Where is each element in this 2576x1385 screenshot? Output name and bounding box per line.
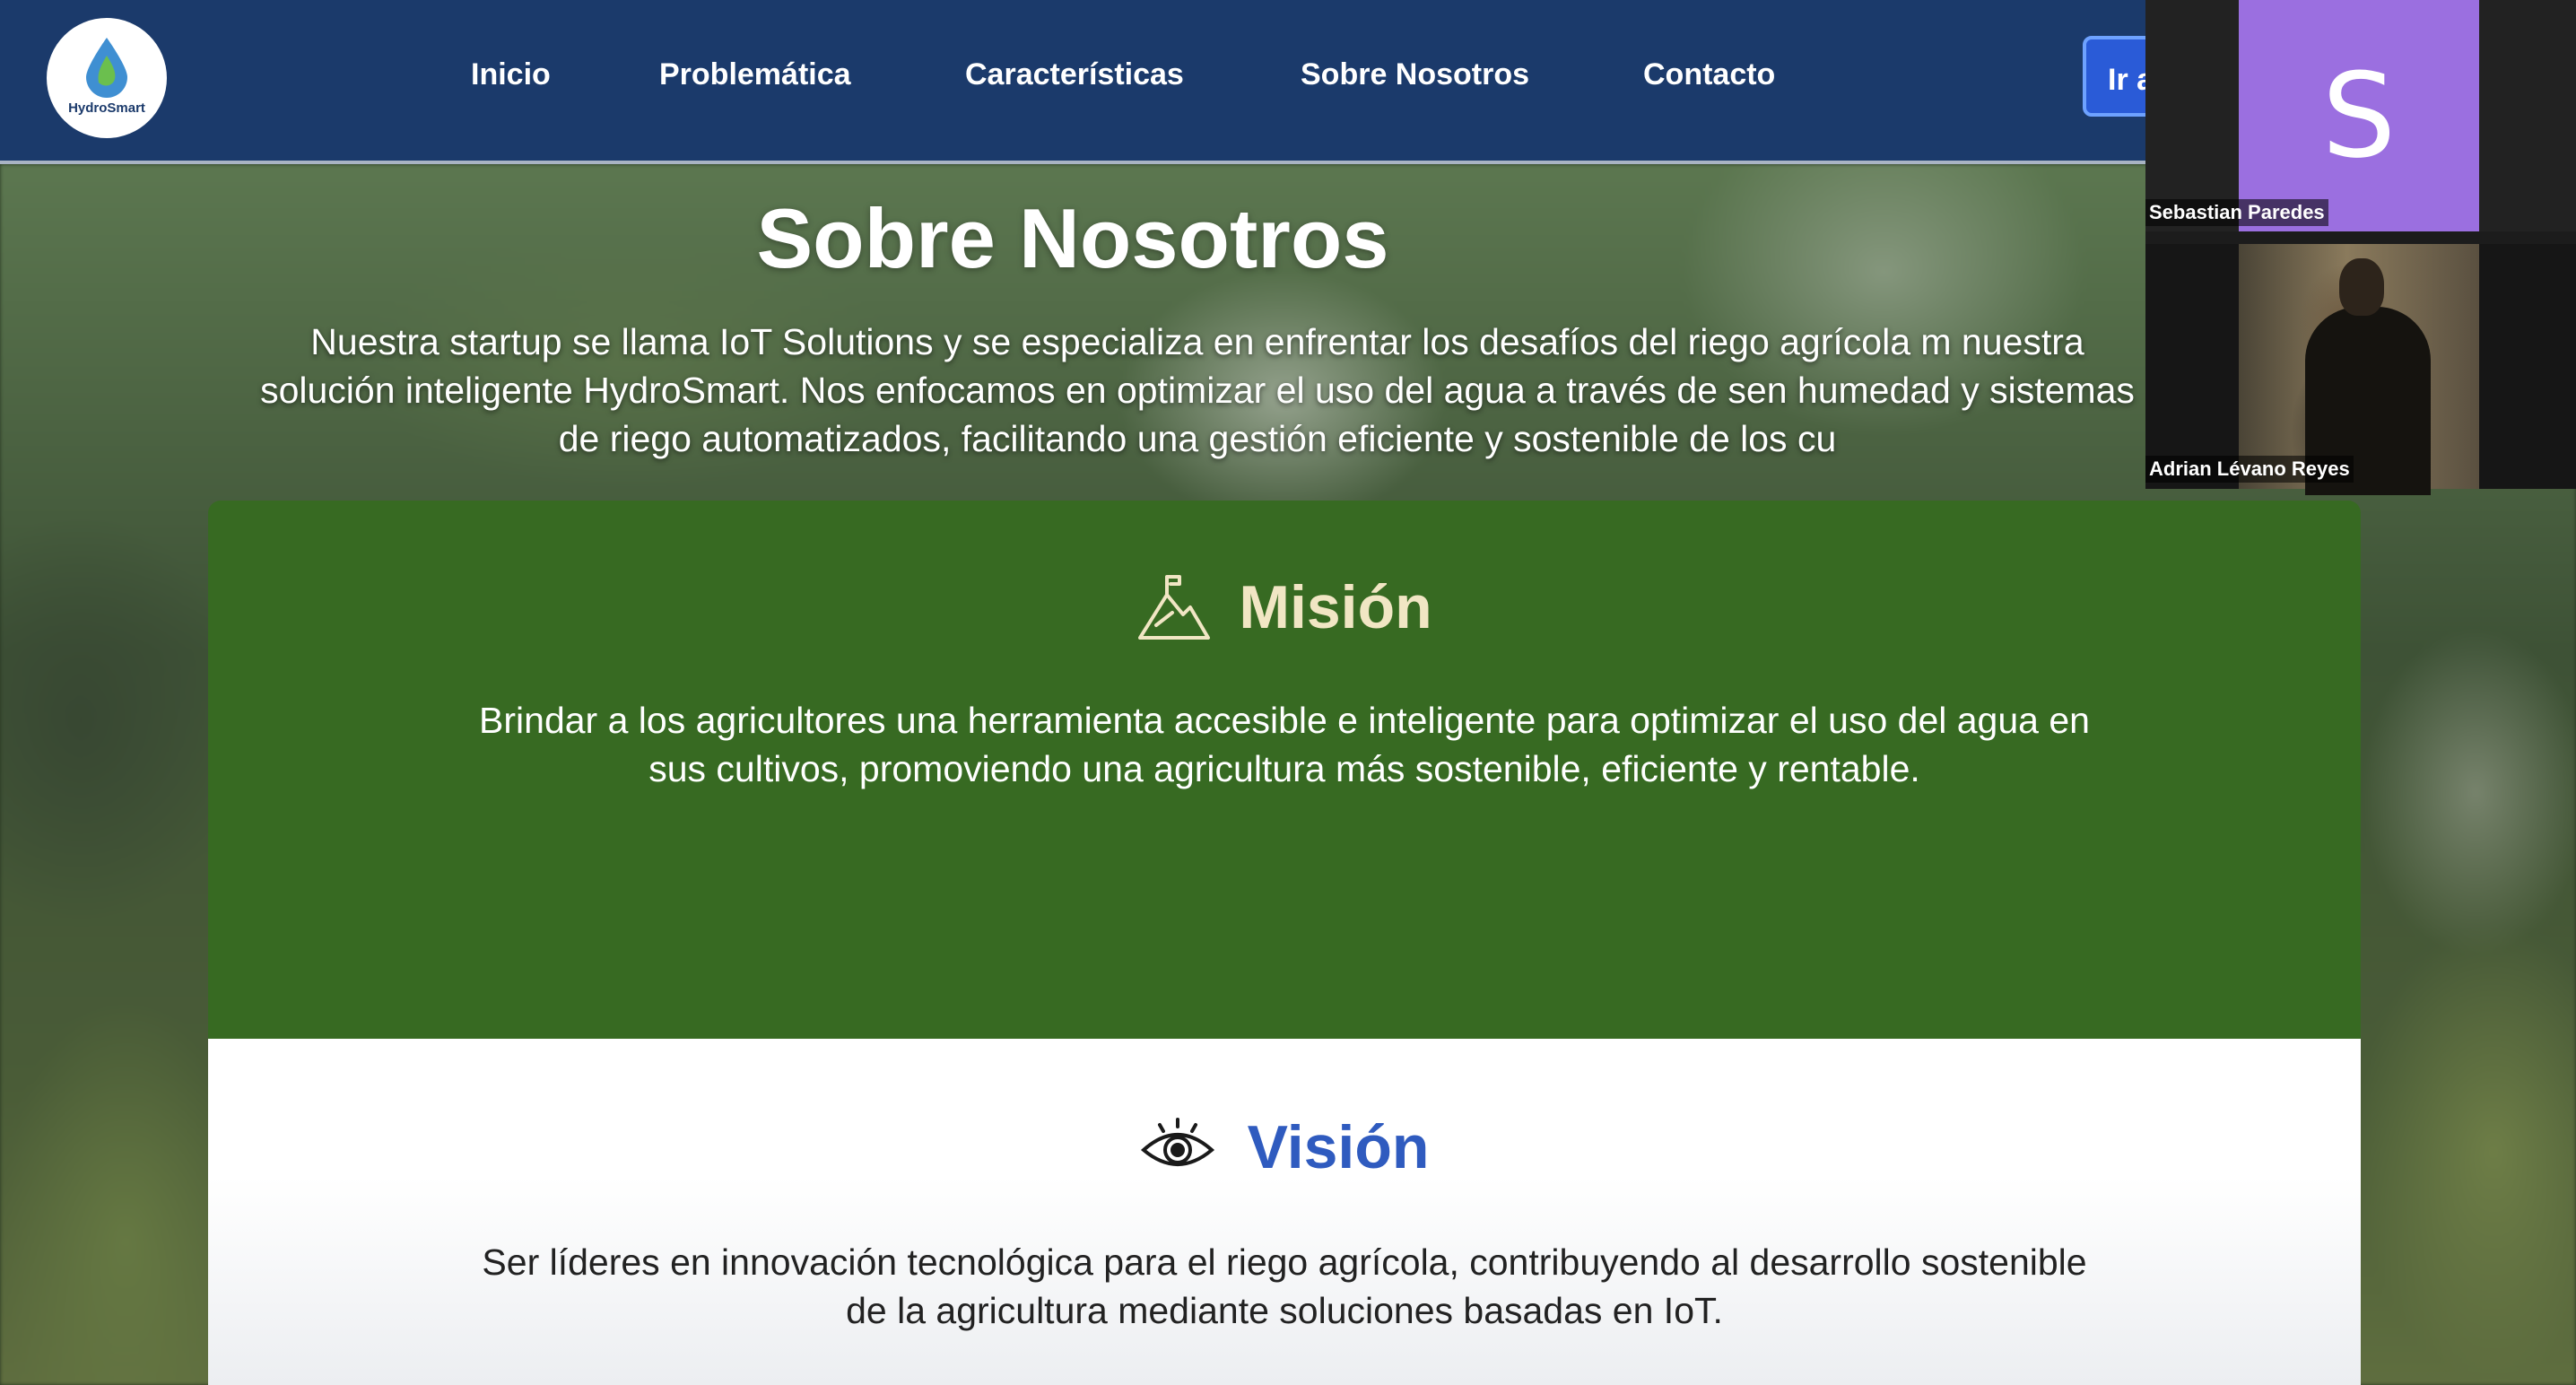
participant-tile[interactable]: S Sebastian Paredes	[2145, 0, 2576, 231]
eye-icon	[1140, 1118, 1214, 1166]
mision-text: Brindar a los agricultores una herramien…	[479, 700, 2090, 789]
logo-text: HydroSmart	[68, 100, 145, 116]
vision-text: Ser líderes en innovación tecnológica pa…	[482, 1241, 2087, 1331]
page-title: Sobre Nosotros	[756, 191, 1389, 285]
logo[interactable]: HydroSmart	[47, 18, 167, 138]
person-head	[2339, 258, 2384, 316]
water-drop-icon	[86, 37, 127, 98]
mision-header: Misión	[208, 572, 2361, 642]
vision-header: Visión	[208, 1112, 2361, 1182]
mision-title: Misión	[1239, 573, 1432, 641]
avatar-initial: S	[2321, 48, 2397, 184]
participant-video	[2239, 244, 2479, 495]
intro-text-container: Nuestra startup se llama IoT Solutions y…	[0, 305, 2145, 493]
nav-link-caracteristicas[interactable]: Características	[965, 57, 1184, 92]
vision-card: Visión Ser líderes en innovación tecnoló…	[208, 1039, 2361, 1385]
nav-link-sobre-nosotros[interactable]: Sobre Nosotros	[1301, 57, 1529, 92]
vision-title: Visión	[1247, 1113, 1430, 1181]
participant-name: Sebastian Paredes	[2145, 199, 2328, 226]
video-call-panel: S Sebastian Paredes Adrian Lévano Reyes	[2145, 0, 2576, 495]
participant-name: Adrian Lévano Reyes	[2145, 456, 2354, 483]
mision-card: Misión Brindar a los agricultores una he…	[208, 501, 2361, 1039]
mountain-flag-icon	[1138, 575, 1211, 640]
nav-link-inicio[interactable]: Inicio	[471, 57, 551, 92]
nav-link-contacto[interactable]: Contacto	[1643, 57, 1775, 92]
intro-text: Nuestra startup se llama IoT Solutions y…	[260, 321, 2135, 459]
participant-tile[interactable]: Adrian Lévano Reyes	[2145, 244, 2576, 495]
nav-link-problematica[interactable]: Problemática	[659, 57, 851, 92]
avatar: S	[2239, 0, 2479, 231]
